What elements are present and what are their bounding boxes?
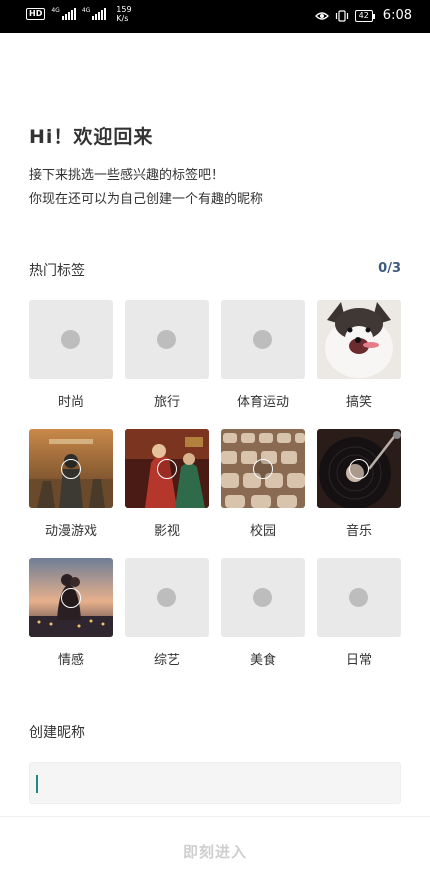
tag-label: 动漫游戏 xyxy=(44,524,97,539)
speed-value: 159 xyxy=(116,5,132,14)
page-title: Hi！欢迎回来 xyxy=(29,126,154,148)
nickname-input[interactable] xyxy=(29,762,401,804)
tag-label: 情感 xyxy=(57,653,84,668)
select-radio-icon xyxy=(61,459,81,479)
signal-icon: 4G xyxy=(51,7,76,20)
network-type-label: 4G xyxy=(51,7,60,14)
unselected-radio-icon xyxy=(349,588,368,607)
tag-thumbnail xyxy=(29,558,113,637)
tag-thumbnail xyxy=(221,429,305,508)
select-radio-icon xyxy=(253,459,273,479)
battery-icon: 42 xyxy=(354,9,376,22)
enter-button[interactable]: 即刻进入 xyxy=(0,841,430,862)
speed-unit: K/s xyxy=(116,14,129,23)
unselected-radio-icon xyxy=(157,330,176,349)
tag-label: 影视 xyxy=(153,524,180,539)
tag-sports[interactable]: 体育运动 xyxy=(221,300,305,410)
status-left: HD 4G 4G 159 K/s xyxy=(26,5,132,23)
text-cursor xyxy=(36,775,38,793)
tag-travel[interactable]: 旅行 xyxy=(125,300,209,410)
bottom-bar: 即刻进入 xyxy=(0,816,430,880)
hot-tags-heading: 热门标签 xyxy=(29,263,85,279)
tag-thumbnail xyxy=(125,429,209,508)
intro-line-2: 你现在还可以为自己创建一个有趣的昵称 xyxy=(29,192,264,207)
status-right: 42 6:08 xyxy=(314,8,412,23)
tag-campus[interactable]: 校园 xyxy=(221,429,305,539)
clock: 6:08 xyxy=(382,8,412,23)
tag-label: 体育运动 xyxy=(236,395,289,410)
tag-thumbnail xyxy=(125,300,209,379)
unselected-radio-icon xyxy=(157,588,176,607)
signal-icon-2: 4G xyxy=(81,7,107,20)
select-radio-icon xyxy=(61,588,81,608)
network-type-label-2: 4G xyxy=(81,7,91,14)
tag-label: 时尚 xyxy=(57,395,84,410)
tag-label: 美食 xyxy=(249,653,276,668)
hd-icon: HD xyxy=(26,8,46,20)
selection-counter: 0/3 xyxy=(378,261,401,276)
tag-thumbnail xyxy=(221,300,305,379)
tag-variety[interactable]: 综艺 xyxy=(125,558,209,668)
tag-thumbnail xyxy=(317,300,401,379)
tag-film-tv[interactable]: 影视 xyxy=(125,429,209,539)
tag-thumbnail xyxy=(29,429,113,508)
intro-line-1: 接下来挑选一些感兴趣的标签吧！ xyxy=(29,168,225,183)
tag-fashion[interactable]: 时尚 xyxy=(29,300,113,410)
tag-thumbnail xyxy=(317,429,401,508)
tag-label: 音乐 xyxy=(345,524,372,539)
tag-thumbnail xyxy=(125,558,209,637)
tag-thumbnail xyxy=(317,558,401,637)
unselected-radio-icon xyxy=(253,330,272,349)
status-bar: HD 4G 4G 159 K/s 42 6:08 xyxy=(0,0,430,33)
tag-label: 搞笑 xyxy=(345,395,372,410)
select-radio-icon xyxy=(157,459,177,479)
unselected-radio-icon xyxy=(253,588,272,607)
eye-icon xyxy=(314,11,329,20)
tag-label: 综艺 xyxy=(153,653,180,668)
vibrate-icon xyxy=(335,9,348,22)
tag-label: 旅行 xyxy=(153,395,180,410)
tag-thumbnail xyxy=(29,300,113,379)
tag-emotion[interactable]: 情感 xyxy=(29,558,113,668)
tag-anime-games[interactable]: 动漫游戏 xyxy=(29,429,113,539)
tag-music[interactable]: 音乐 xyxy=(317,429,401,539)
unselected-radio-icon xyxy=(61,330,80,349)
tag-food[interactable]: 美食 xyxy=(221,558,305,668)
network-speed: 159 K/s xyxy=(116,5,131,23)
tag-daily[interactable]: 日常 xyxy=(317,558,401,668)
husky-dog-photo xyxy=(317,300,401,379)
tag-label: 校园 xyxy=(249,524,276,539)
nickname-heading: 创建昵称 xyxy=(29,725,85,741)
tag-thumbnail xyxy=(221,558,305,637)
tag-funny[interactable]: 搞笑 xyxy=(317,300,401,410)
tag-label: 日常 xyxy=(345,653,372,668)
select-radio-icon xyxy=(349,459,369,479)
